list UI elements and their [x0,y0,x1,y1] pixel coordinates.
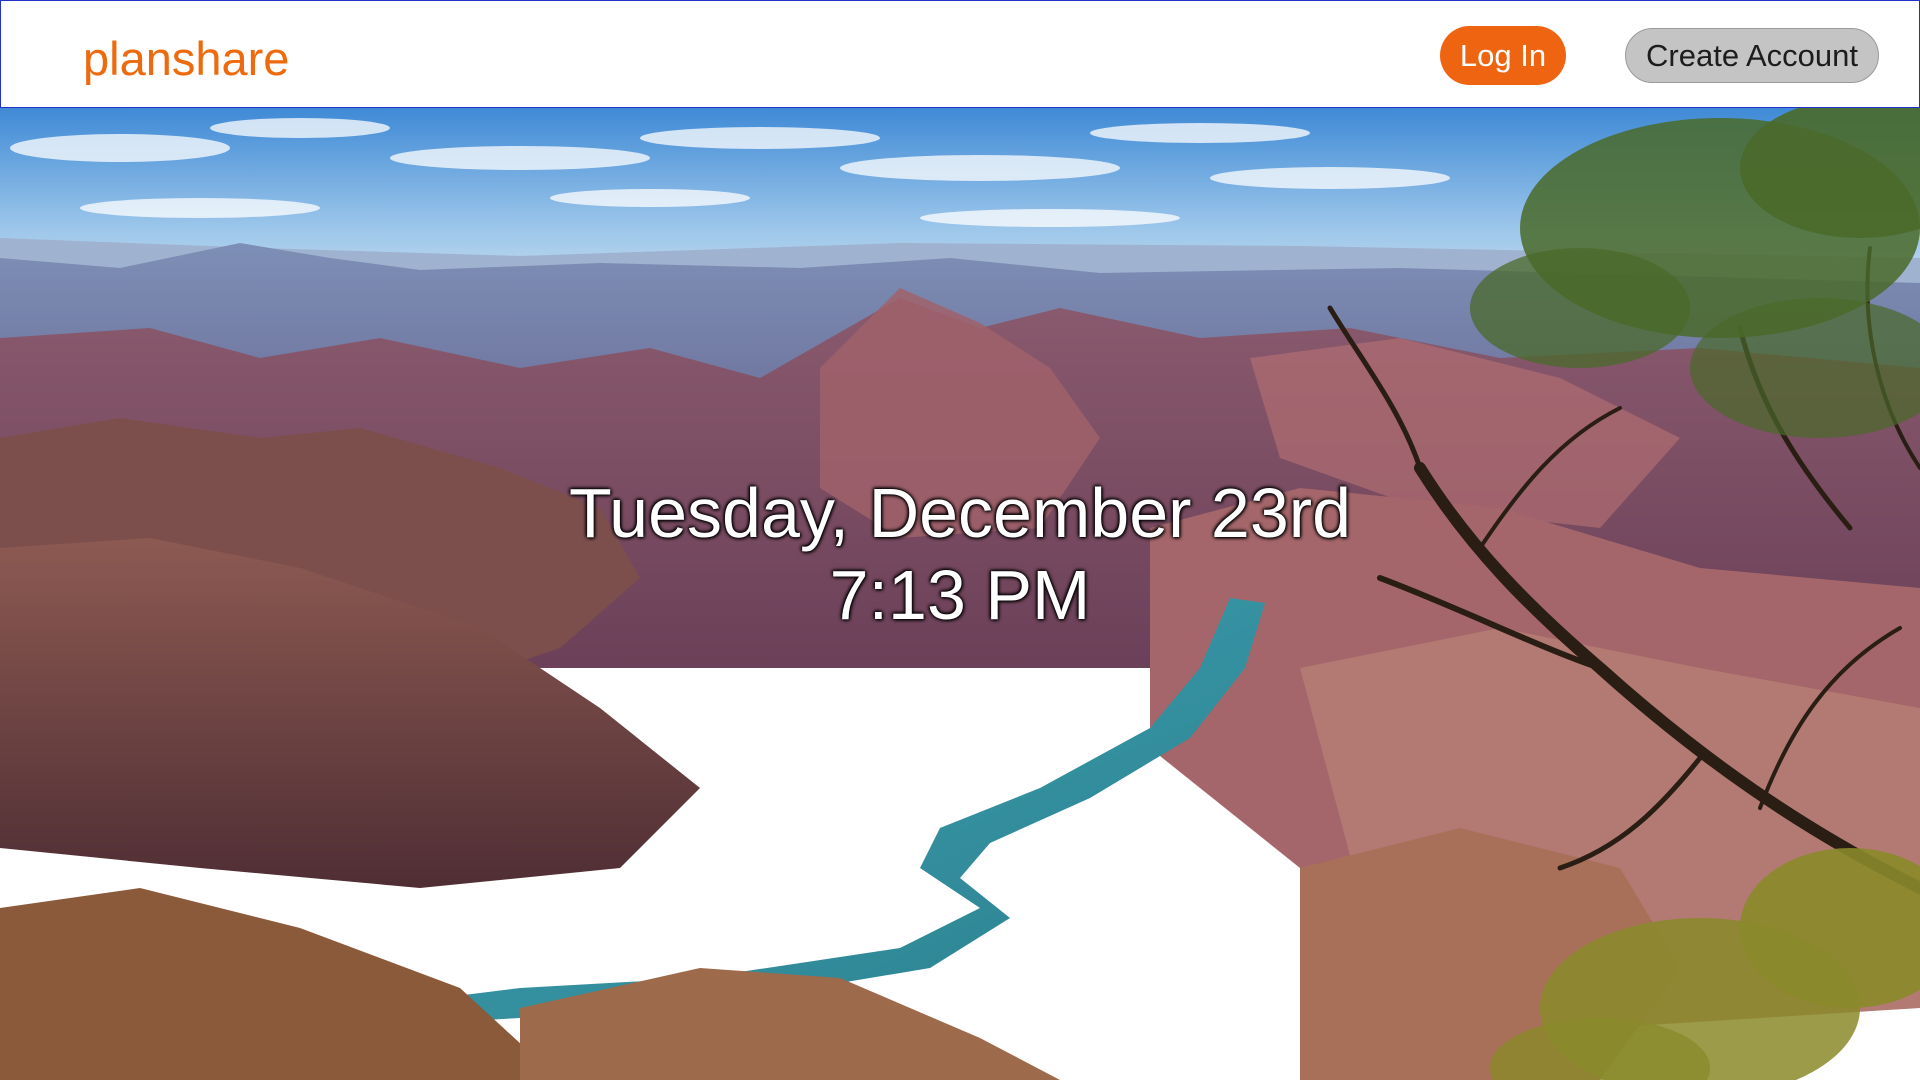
top-nav-bar: planshare Log In Create Account [0,0,1920,108]
create-account-button[interactable]: Create Account [1625,28,1879,83]
current-time: 7:13 PM [829,556,1091,634]
brand-logo[interactable]: planshare [83,31,289,86]
date-time-display: Tuesday, December 23rd 7:13 PM [0,472,1920,636]
current-date: Tuesday, December 23rd [568,474,1352,552]
login-button[interactable]: Log In [1440,26,1566,85]
